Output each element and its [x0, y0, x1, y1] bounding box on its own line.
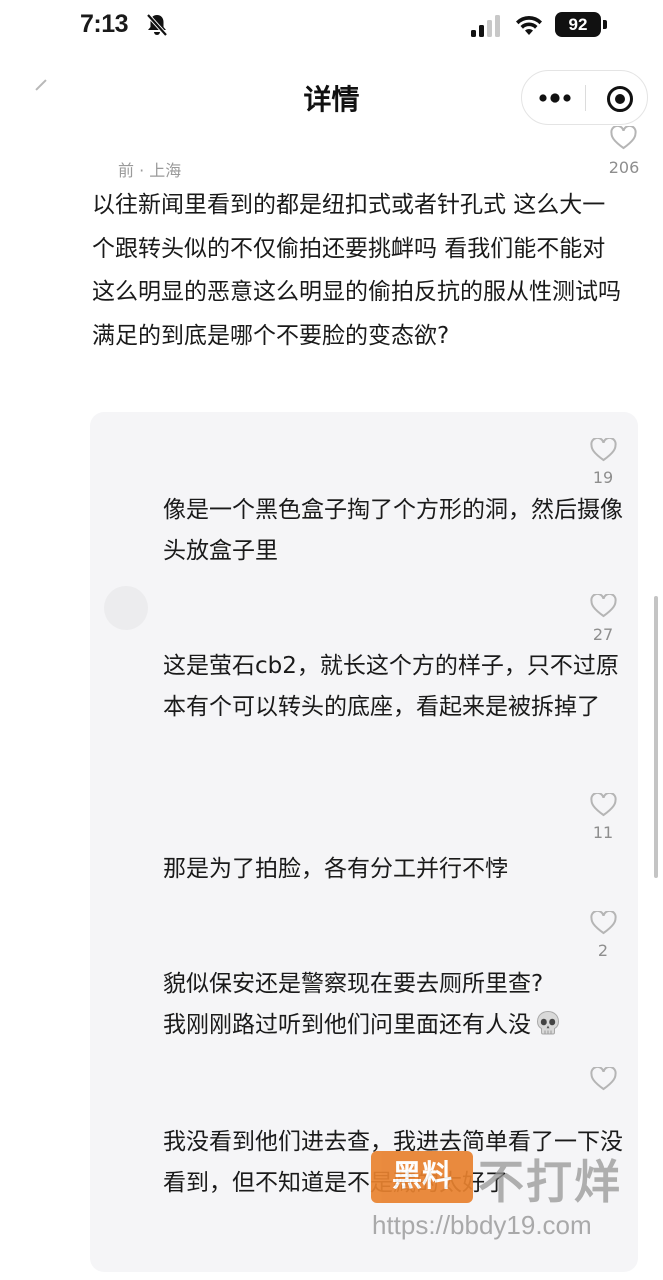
heart-icon[interactable]	[590, 594, 617, 618]
battery-icon: 92	[555, 12, 601, 37]
reply-text: 那是为了拍脸，各有分工并行不悖	[163, 856, 508, 882]
heart-icon[interactable]	[590, 438, 617, 462]
heart-icon[interactable]	[590, 1067, 617, 1091]
skull-icon	[536, 1010, 560, 1034]
scrollbar[interactable]	[654, 596, 658, 878]
reply-text-line-body: 我刚刚路过听到他们问里面还有人没	[163, 1011, 531, 1038]
wifi-icon	[516, 15, 542, 35]
reply-text: 像是一个黑色盒子掏了个方形的洞，然后摄像头放盒子里	[163, 497, 623, 564]
status-time: 7:13	[80, 10, 129, 38]
reply-like-count: 27	[592, 625, 614, 644]
avatar	[104, 586, 148, 630]
heart-icon[interactable]	[610, 126, 637, 150]
watermark-logo: 黑料	[371, 1151, 473, 1203]
reply-like-count: 2	[597, 941, 609, 960]
post-like-count: 206	[608, 158, 640, 177]
status-bar: 7:13 92	[0, 0, 663, 54]
heart-icon[interactable]	[590, 911, 617, 935]
more-icon[interactable]	[538, 90, 572, 106]
reply-text: 这是萤石cb2，就长这个方的样子，只不过原本有个可以转头的底座，看起来是被拆掉了	[163, 653, 619, 720]
watermark-url: https://bbdy19.com	[372, 1210, 592, 1240]
capsule-divider	[585, 85, 586, 111]
heart-icon[interactable]	[590, 793, 617, 817]
post-meta: 前 · 上海	[118, 161, 182, 180]
reply-like-count: 19	[592, 468, 614, 487]
reply-like-count: 11	[592, 823, 614, 842]
post-text: 以往新闻里看到的都是纽扣式或者针孔式 这么大一个跟转头似的不仅偷拍还要挑衅吗 看…	[92, 192, 621, 349]
signal-icon	[471, 15, 500, 37]
target-icon[interactable]	[606, 85, 634, 113]
reply-text: 貌似保安还是警察现在要去厕所里查? 我刚刚路过听到他们问里面还有人没	[163, 964, 623, 1045]
watermark-brand: 不打烊	[478, 1155, 622, 1209]
reply-text-line: 貌似保安还是警察现在要去厕所里查?	[163, 971, 544, 997]
bell-slash-icon	[146, 13, 168, 37]
mini-program-capsule	[521, 70, 648, 125]
reply-text-line: 我刚刚路过听到他们问里面还有人没	[163, 1005, 623, 1046]
battery-cap	[603, 20, 607, 29]
